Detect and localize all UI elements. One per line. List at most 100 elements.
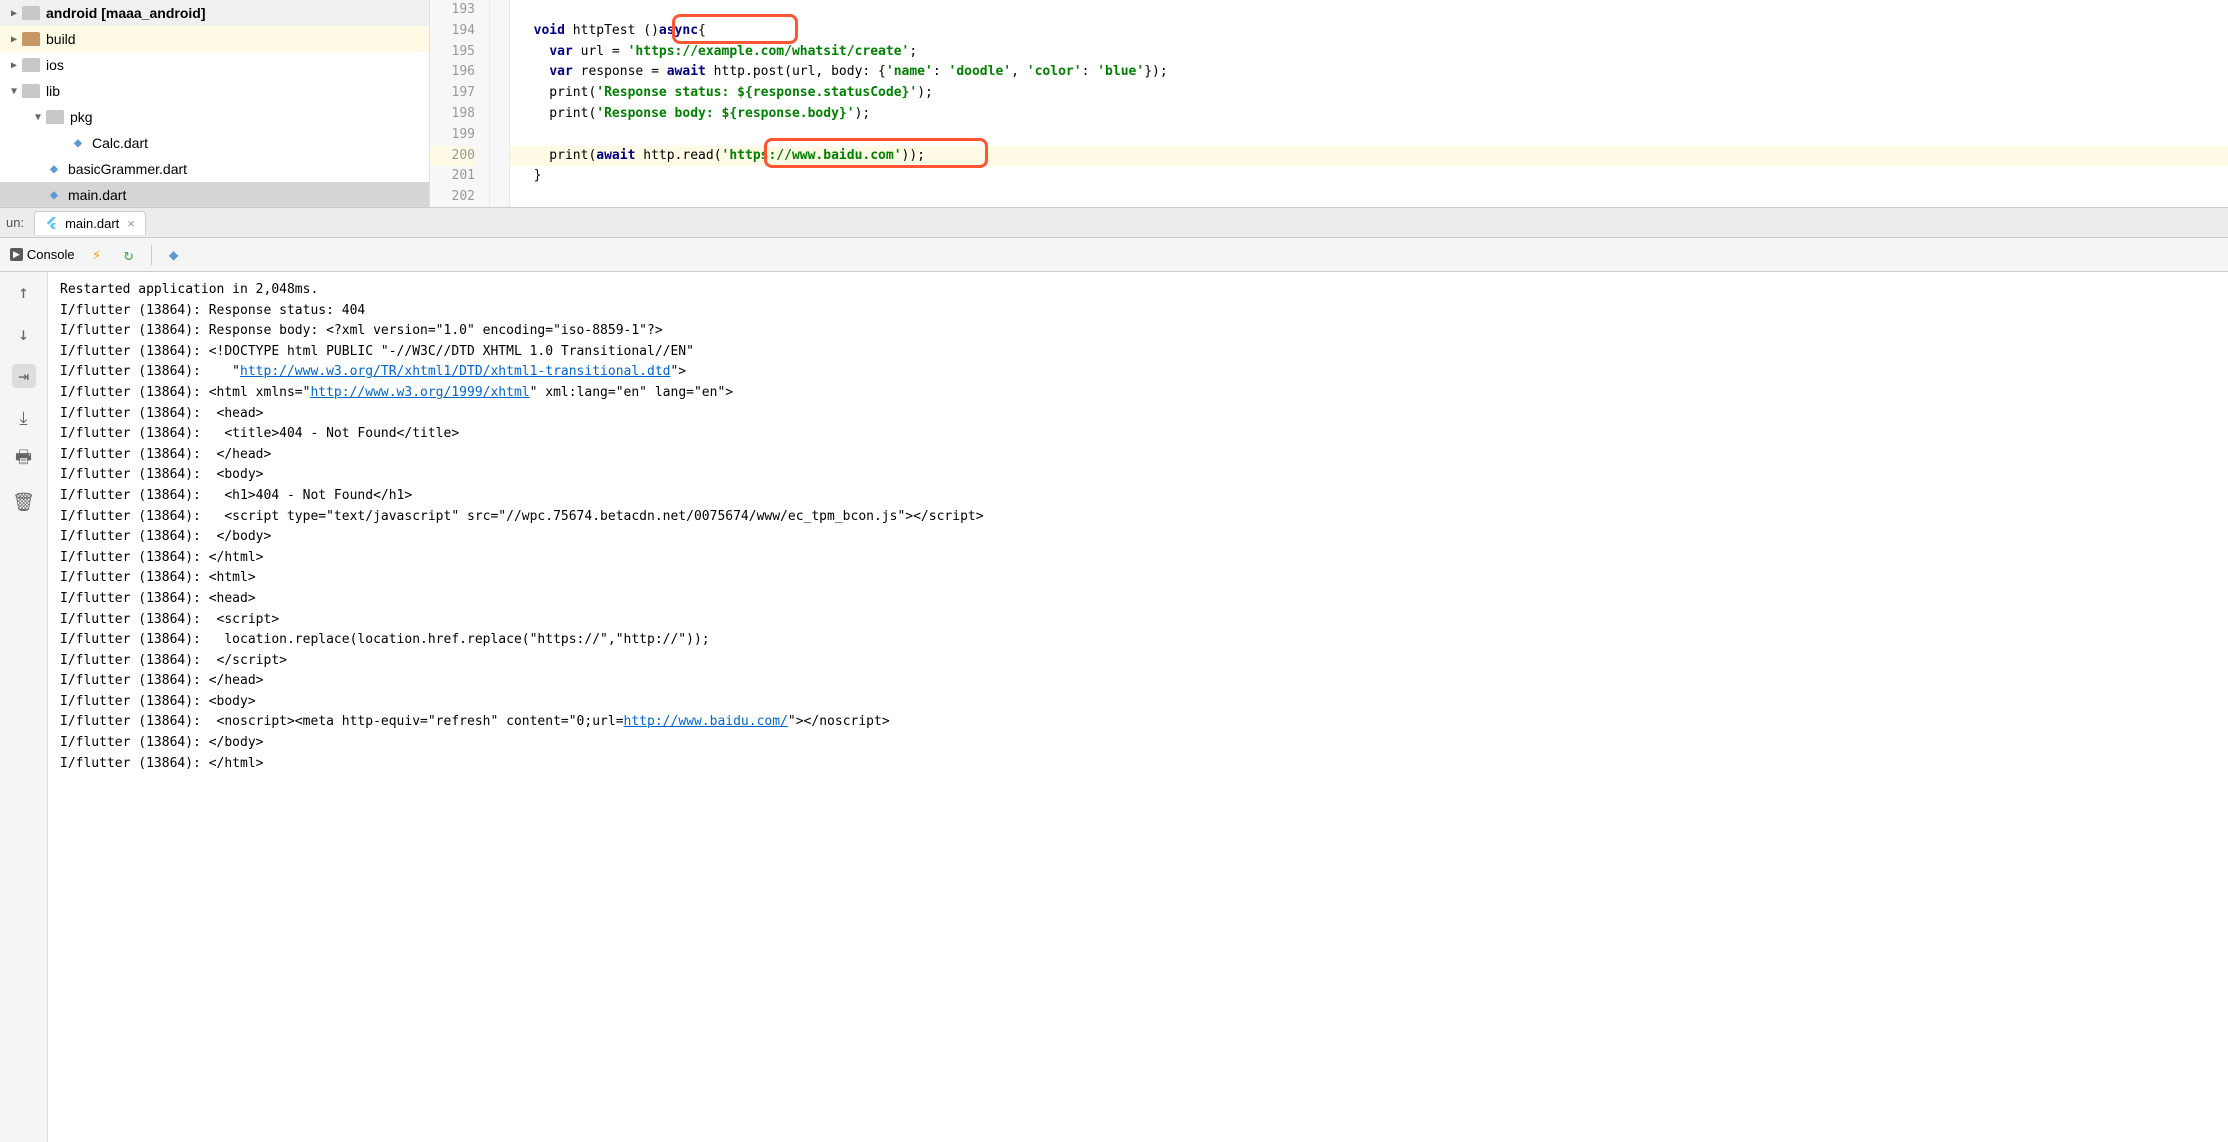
tree-item-label: Calc.dart (92, 135, 148, 151)
project-tree[interactable]: android [maaa_android]build ios libpkg Calc… (0, 0, 430, 207)
dart-file-icon (70, 135, 86, 151)
code-area[interactable]: void httpTest ()async{ var url = 'https:… (510, 0, 2228, 207)
console-line: I/flutter (13864): </html> (60, 754, 2216, 775)
tree-arrow-icon (30, 161, 46, 177)
console-line: I/flutter (13864): <body> (60, 465, 2216, 486)
console-line: I/flutter (13864): <head> (60, 404, 2216, 425)
tree-item-label: android [maaa_android] (46, 5, 205, 21)
tree-item-label: lib (46, 83, 60, 99)
console-line: I/flutter (13864): <script type="text/ja… (60, 507, 2216, 528)
folder-icon (46, 110, 64, 124)
flutter-icon (45, 216, 59, 230)
console-line: I/flutter (13864): </html> (60, 548, 2216, 569)
tree-item-lib[interactable]: lib (0, 78, 429, 104)
console-line: I/flutter (13864): </script> (60, 651, 2216, 672)
line-number: 200 (430, 146, 475, 167)
console-line: I/flutter (13864): </body> (60, 527, 2216, 548)
console-line: I/flutter (13864): </head> (60, 671, 2216, 692)
tree-item-label: ios (46, 57, 64, 73)
code-line[interactable]: print('Response status: ${response.statu… (510, 83, 2228, 104)
tree-arrow-icon (54, 135, 70, 151)
tree-arrow-icon[interactable] (30, 109, 46, 125)
line-number: 196 (430, 62, 475, 83)
tree-item-pkg[interactable]: pkg (0, 104, 429, 130)
folder-icon (22, 32, 40, 46)
tree-item-label: pkg (70, 109, 93, 125)
line-number: 199 (430, 125, 475, 146)
tree-item-main-dart[interactable]: main.dart (0, 182, 429, 207)
tree-item-android[interactable]: android [maaa_android] (0, 0, 429, 26)
tree-item-label: basicGrammer.dart (68, 161, 187, 177)
console-button[interactable]: ▶ Console (10, 247, 75, 262)
line-number-gutter: 193194195196197198199200201202 (430, 0, 490, 207)
folder-icon (22, 84, 40, 98)
code-line[interactable] (510, 125, 2228, 146)
console-line: I/flutter (13864): <script> (60, 610, 2216, 631)
tree-arrow-icon[interactable] (6, 57, 22, 73)
console-link[interactable]: http://www.w3.org/1999/xhtml (310, 385, 529, 400)
console-line: I/flutter (13864): location.replace(loca… (60, 630, 2216, 651)
console-line: I/flutter (13864): <head> (60, 589, 2216, 610)
console-chevron-icon: ▶ (10, 248, 23, 261)
line-number: 198 (430, 104, 475, 125)
console-line: I/flutter (13864): <body> (60, 692, 2216, 713)
code-line[interactable]: var response = await http.post(url, body… (510, 62, 2228, 83)
scroll-down-icon[interactable]: ↓ (12, 322, 36, 346)
tree-arrow-icon[interactable] (6, 83, 22, 99)
tree-item-basicGrammer-dart[interactable]: basicGrammer.dart (0, 156, 429, 182)
code-line[interactable]: } (510, 166, 2228, 187)
console-line: I/flutter (13864): <!DOCTYPE html PUBLIC… (60, 342, 2216, 363)
fold-gutter (490, 0, 510, 207)
hot-reload-icon[interactable]: ⚡ (87, 245, 107, 265)
line-number: 193 (430, 0, 475, 21)
scroll-up-icon[interactable]: ↑ (12, 280, 36, 304)
code-line[interactable]: void httpTest ()async{ (510, 21, 2228, 42)
line-number: 201 (430, 166, 475, 187)
tree-item-label: main.dart (68, 187, 126, 203)
close-tab-icon[interactable]: × (127, 216, 135, 231)
file-tab-main[interactable]: main.dart × (34, 211, 146, 235)
console-side-toolbar: ↑ ↓ ⇥ ⤓ 🖶 🗑 (0, 272, 48, 1142)
run-tabs-row: un: main.dart × (0, 208, 2228, 238)
clear-icon[interactable]: 🗑 (12, 490, 36, 514)
console-line: Restarted application in 2,048ms. (60, 280, 2216, 301)
scroll-to-end-icon[interactable]: ⤓ (12, 406, 36, 430)
tree-arrow-icon[interactable] (6, 5, 22, 21)
code-line[interactable]: var url = 'https://example.com/whatsit/c… (510, 42, 2228, 63)
devtools-icon[interactable]: ◆ (164, 245, 184, 265)
file-tab-label: main.dart (65, 216, 119, 231)
code-line[interactable] (510, 0, 2228, 21)
line-number: 202 (430, 187, 475, 208)
dart-file-icon (46, 161, 62, 177)
console-line: I/flutter (13864): <h1>404 - Not Found</… (60, 486, 2216, 507)
code-editor[interactable]: 193194195196197198199200201202 void http… (430, 0, 2228, 207)
console-line: I/flutter (13864): Response body: <?xml … (60, 321, 2216, 342)
tree-item-Calc-dart[interactable]: Calc.dart (0, 130, 429, 156)
run-label: un: (6, 215, 24, 230)
line-number: 197 (430, 83, 475, 104)
hot-restart-icon[interactable]: ↻ (119, 245, 139, 265)
console-line: I/flutter (13864): <title>404 - Not Foun… (60, 424, 2216, 445)
console-line: I/flutter (13864): Response status: 404 (60, 301, 2216, 322)
console-line: I/flutter (13864): </head> (60, 445, 2216, 466)
code-line[interactable] (510, 187, 2228, 207)
tree-item-ios[interactable]: ios (0, 52, 429, 78)
line-number: 195 (430, 42, 475, 63)
console-line: I/flutter (13864): <html xmlns="http://w… (60, 383, 2216, 404)
console-link[interactable]: http://www.w3.org/TR/xhtml1/DTD/xhtml1-t… (240, 364, 670, 379)
folder-icon (22, 6, 40, 20)
print-icon[interactable]: 🖶 (12, 448, 36, 472)
soft-wrap-icon[interactable]: ⇥ (12, 364, 36, 388)
console-output[interactable]: Restarted application in 2,048ms.I/flutt… (48, 272, 2228, 1142)
dart-file-icon (46, 187, 62, 203)
code-line[interactable]: print(await http.read('https://www.baidu… (510, 146, 2228, 167)
folder-icon (22, 58, 40, 72)
tree-arrow-icon[interactable] (6, 31, 22, 47)
line-number: 194 (430, 21, 475, 42)
code-line[interactable]: print('Response body: ${response.body}')… (510, 104, 2228, 125)
console-label: Console (27, 247, 75, 262)
console-link[interactable]: http://www.baidu.com/ (624, 714, 788, 729)
console-line: I/flutter (13864): "http://www.w3.org/TR… (60, 362, 2216, 383)
tree-item-build[interactable]: build (0, 26, 429, 52)
console-line: I/flutter (13864): <noscript><meta http-… (60, 712, 2216, 733)
